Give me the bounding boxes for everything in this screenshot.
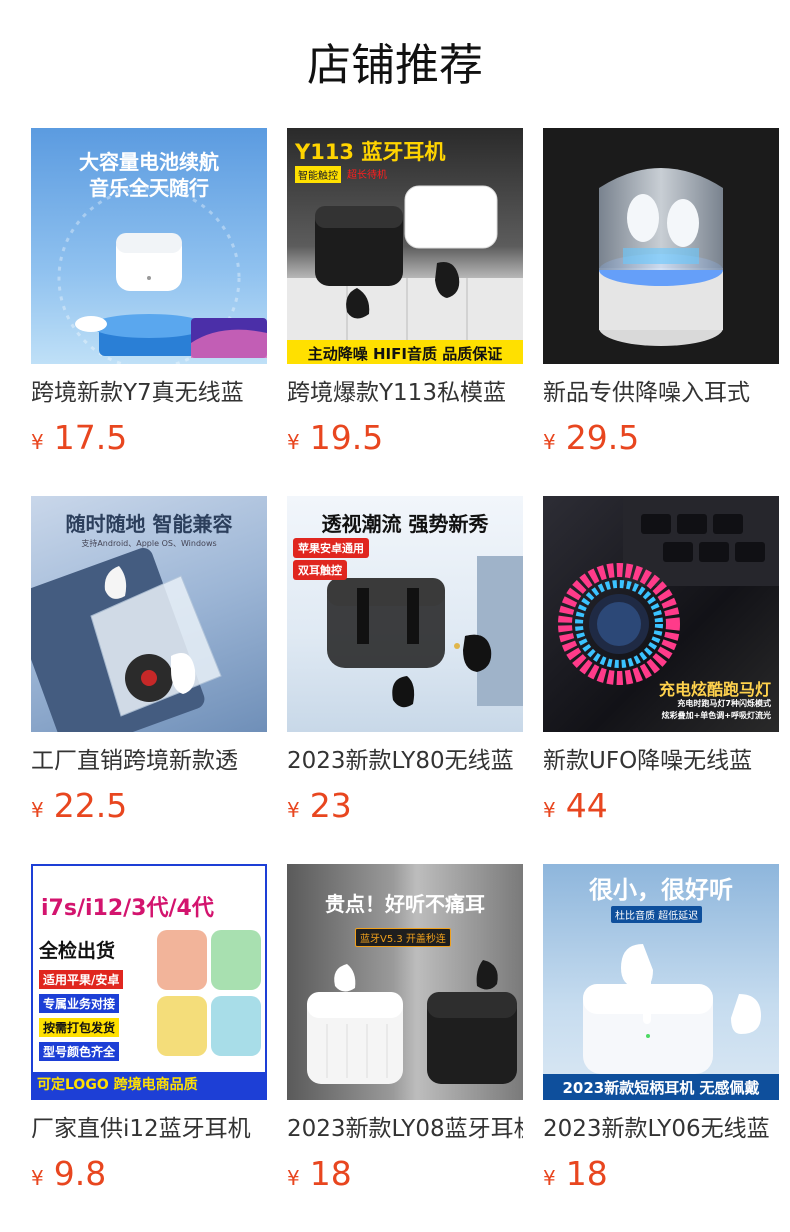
product-image[interactable]: 透视潮流 强势新秀 苹果安卓通用 双耳触控	[287, 496, 523, 732]
image-footer: 可定LOGO 跨境电商品质	[37, 1077, 198, 1093]
price-value: 9.8	[53, 1154, 107, 1193]
image-line: 充电时跑马灯7种闪烁模式	[677, 699, 771, 708]
currency-symbol: ¥	[543, 430, 556, 454]
image-heading: 充电炫酷跑马灯	[658, 680, 771, 699]
product-price: ¥19.5	[287, 418, 383, 458]
price-value: 23	[309, 786, 352, 825]
image-tag: 智能触控	[295, 166, 341, 183]
currency-symbol: ¥	[287, 430, 300, 454]
image-heading: i7s/i12/3代/4代	[41, 896, 214, 921]
price-value: 22.5	[53, 786, 128, 825]
product-title[interactable]: 2023新款LY08蓝牙耳机	[287, 1114, 523, 1144]
product-price: ¥18	[287, 1154, 352, 1194]
currency-symbol: ¥	[31, 798, 44, 822]
image-heading: Y113 蓝牙耳机	[295, 140, 446, 164]
price-value: 44	[565, 786, 608, 825]
image-footer: 2023新款短柄耳机 无感佩戴	[562, 1079, 760, 1097]
image-footer: 主动降噪 HIFI音质 品质保证	[307, 345, 503, 363]
product-image[interactable]: 大容量电池续航 音乐全天随行	[31, 128, 267, 364]
product-image[interactable]: 充电炫酷跑马灯 充电时跑马灯7种闪烁模式 炫彩叠加+单色调+呼吸灯流光	[543, 496, 779, 732]
image-tag: 全检出货	[39, 940, 116, 962]
currency-symbol: ¥	[543, 1166, 556, 1190]
product-title[interactable]: 跨境爆款Y113私模蓝	[287, 378, 523, 408]
currency-symbol: ¥	[31, 1166, 44, 1190]
image-tag: 适用平果/安卓	[39, 970, 124, 989]
price-value: 29.5	[565, 418, 640, 457]
product-price: ¥23	[287, 786, 352, 826]
currency-symbol: ¥	[287, 1166, 300, 1190]
price-value: 19.5	[309, 418, 384, 457]
product-price: ¥29.5	[543, 418, 639, 458]
product-image[interactable]	[543, 128, 779, 364]
image-heading: 随时随地 智能兼容	[65, 512, 233, 536]
product-image[interactable]: 随时随地 智能兼容 支持Android、Apple OS、Windows	[31, 496, 267, 732]
image-caption-1: 大容量电池续航	[79, 150, 219, 174]
price-value: 17.5	[53, 418, 128, 457]
image-tag: 苹果安卓通用	[293, 538, 369, 558]
image-caption-2: 音乐全天随行	[89, 176, 209, 200]
image-subheading: 支持Android、Apple OS、Windows	[81, 539, 217, 548]
product-price: ¥22.5	[31, 786, 127, 826]
product-image[interactable]: 贵点！好听不痛耳 蓝牙V5.3 开盖秒连	[287, 864, 523, 1100]
image-line: 炫彩叠加+单色调+呼吸灯流光	[661, 711, 771, 720]
page-title: 店铺推荐	[307, 40, 483, 91]
product-price: ¥17.5	[31, 418, 127, 458]
image-heading: 透视潮流 强势新秀	[321, 512, 489, 536]
currency-symbol: ¥	[287, 798, 300, 822]
image-tag: 专属业务对接	[39, 994, 120, 1013]
product-price: ¥18	[543, 1154, 608, 1194]
image-tag: 蓝牙V5.3 开盖秒连	[355, 928, 451, 947]
product-title[interactable]: 2023新款LY80无线蓝	[287, 746, 523, 776]
product-title[interactable]: 新品专供降噪入耳式	[543, 378, 779, 408]
price-value: 18	[565, 1154, 608, 1193]
product-title[interactable]: 跨境新款Y7真无线蓝	[31, 378, 267, 408]
image-tag: 按需打包发货	[39, 1018, 120, 1037]
image-tag: 型号颜色齐全	[39, 1042, 120, 1061]
image-heading: 贵点！好听不痛耳	[325, 892, 485, 916]
image-tag: 双耳触控	[293, 560, 347, 580]
currency-symbol: ¥	[543, 798, 556, 822]
currency-symbol: ¥	[31, 430, 44, 454]
product-price: ¥9.8	[31, 1154, 106, 1194]
product-title[interactable]: 新款UFO降噪无线蓝	[543, 746, 779, 776]
product-title[interactable]: 厂家直供i12蓝牙耳机	[31, 1114, 267, 1144]
product-image[interactable]: 很小，很好听 杜比音质 超低延迟 2023新款短柄耳机 无感佩戴	[543, 864, 779, 1100]
image-heading: 很小，很好听	[589, 876, 733, 904]
product-image[interactable]: i7s/i12/3代/4代 全检出货 适用平果/安卓 专属业务对接 按需打包发货…	[31, 864, 267, 1100]
image-tag: 超长待机	[347, 170, 387, 181]
price-value: 18	[309, 1154, 352, 1193]
product-price: ¥44	[543, 786, 608, 826]
product-title[interactable]: 2023新款LY06无线蓝	[543, 1114, 779, 1144]
image-tag: 杜比音质 超低延迟	[611, 906, 703, 923]
product-title[interactable]: 工厂直销跨境新款透	[31, 746, 267, 776]
product-image[interactable]: Y113 蓝牙耳机 智能触控 超长待机 主动降噪 HIFI音质 品质保证	[287, 128, 523, 364]
